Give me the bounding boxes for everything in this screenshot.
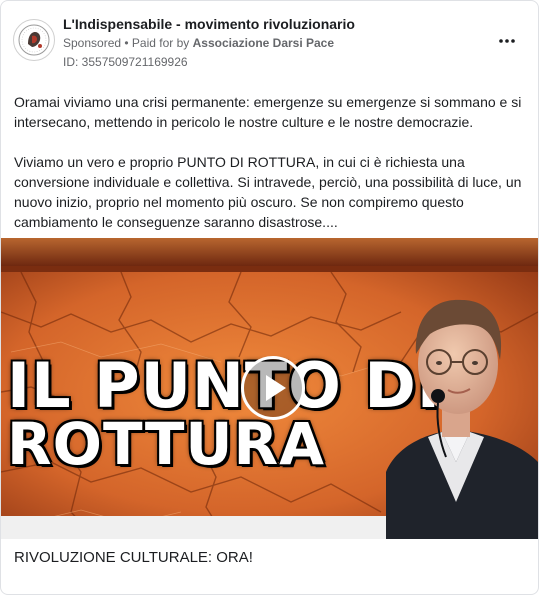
paid-for-text: Paid for by: [131, 36, 193, 50]
thumbnail-top-strip: [1, 238, 538, 266]
sponsored-label: Sponsored: [63, 36, 122, 50]
play-icon: [266, 375, 286, 401]
paid-for-name[interactable]: Associazione Darsi Pace: [193, 36, 334, 50]
video-caption[interactable]: RIVOLUZIONE CULTURALE: ORA!: [14, 549, 253, 566]
play-button[interactable]: [241, 356, 305, 420]
meta-separator: •: [121, 36, 132, 50]
presenter-figure: [386, 299, 538, 539]
ad-body-text: Oramai viviamo una crisi permanente: eme…: [14, 92, 528, 232]
page-logo-icon: [18, 24, 50, 56]
page-name[interactable]: L'Indispensabile - movimento rivoluziona…: [63, 16, 355, 32]
body-paragraph: Viviamo un vero e proprio PUNTO DI ROTTU…: [14, 154, 522, 230]
sponsor-line: Sponsored • Paid for by Associazione Dar…: [63, 36, 334, 50]
video-thumbnail[interactable]: IL PUNTO DI ROTTURA: [1, 238, 538, 539]
ad-card: L'Indispensabile - movimento rivoluziona…: [0, 0, 539, 595]
more-options-button[interactable]: [495, 29, 519, 53]
video-title-line-2: ROTTURA: [7, 410, 326, 478]
video-title-line-1: IL PUNTO DI: [7, 349, 441, 422]
page-avatar[interactable]: [13, 19, 55, 61]
body-paragraph: Oramai viviamo una crisi permanente: eme…: [14, 94, 522, 130]
ad-id: ID: 3557509721169926: [63, 55, 188, 69]
more-horizontal-icon: [499, 39, 515, 43]
ad-header: L'Indispensabile - movimento rivoluziona…: [1, 1, 538, 81]
